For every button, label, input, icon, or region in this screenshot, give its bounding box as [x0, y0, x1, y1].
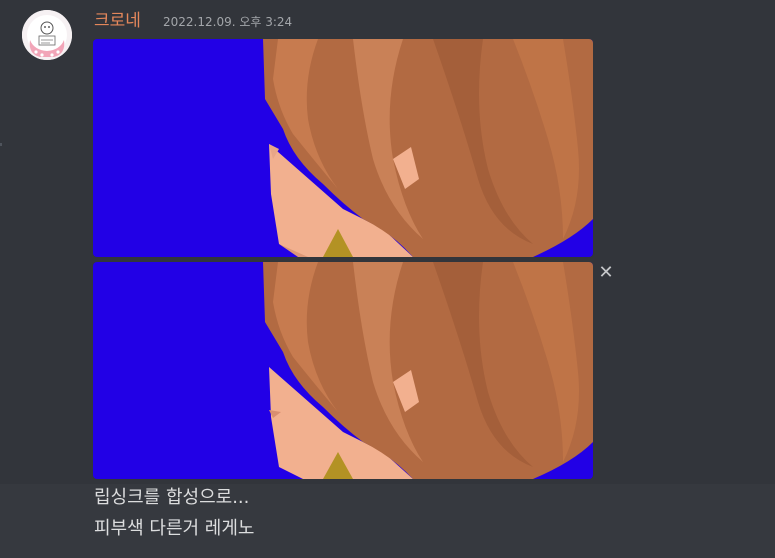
close-icon[interactable]: ✕ — [597, 264, 615, 282]
anime-profile-image — [93, 39, 593, 257]
anime-profile-image — [93, 262, 593, 479]
user-avatar[interactable] — [22, 10, 72, 60]
message-text-line-1: 립싱크를 합성으로... — [94, 487, 250, 508]
username[interactable]: 크로네 — [94, 10, 141, 32]
message-text-line-2: 피부색 다른거 레게노 — [94, 518, 255, 539]
timestamp: 2022.12.09. 오후 3:24 — [163, 15, 293, 29]
image-attachment-1[interactable] — [93, 39, 593, 257]
avatar-icon — [22, 10, 72, 60]
image-attachment-2[interactable] — [93, 262, 593, 479]
message-group: 크로네 2022.12.09. 오후 3:24 ✕ 립싱크를 합성으로... 피… — [0, 0, 775, 558]
edge-marker — [0, 143, 2, 146]
